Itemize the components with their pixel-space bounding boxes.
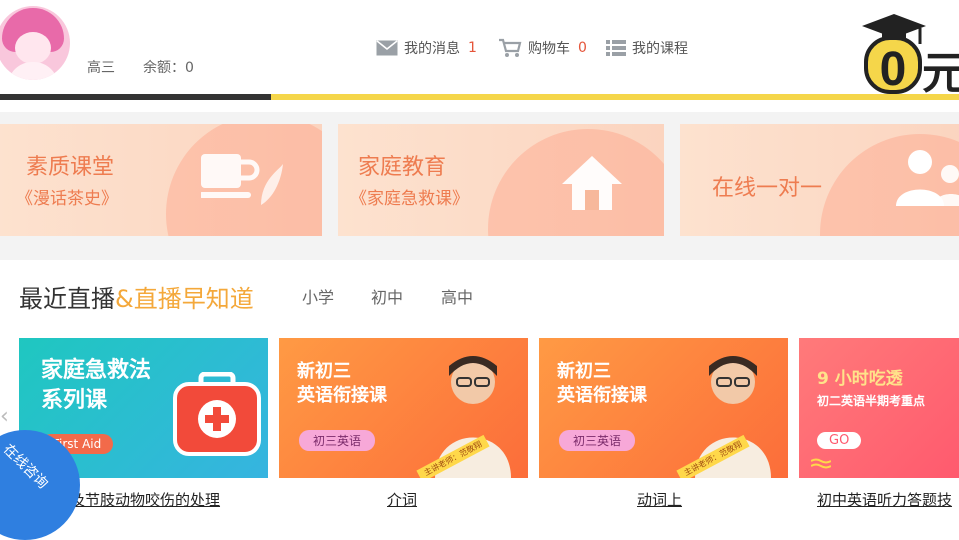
avatar-face [15,32,51,64]
course-card-listening[interactable]: 9 小时吃透 初二英语半期考重点 GO [799,338,959,478]
category-title: 家庭教育 [358,155,447,180]
nav-cart[interactable]: 购物车 0 [498,38,587,58]
carousel-left-arrow-icon[interactable]: ‹ [0,404,9,429]
banner-title-line-2: 系列课 [41,388,108,413]
cart-count: 0 [578,40,587,56]
tab-primary[interactable]: 小学 [302,284,334,308]
banner-tag: 初三英语 [299,430,376,451]
category-card-family[interactable]: 家庭教育 《家庭急救课》 [338,124,664,236]
banner-title-line-1: 9 小时吃透 [817,369,903,389]
nav-my-courses-label: 我的课程 [632,41,688,57]
house-icon [562,156,622,210]
tab-senior[interactable]: 高中 [441,284,473,308]
section-title-main: 最近直播 [19,285,115,313]
list-icon [606,40,626,56]
category-subtitle: 《家庭急救课》 [350,189,469,209]
course-caption[interactable]: 及节肢动物咬伤的处理 [70,489,220,510]
avatar[interactable] [0,6,70,80]
cart-icon [499,38,522,57]
course-caption[interactable]: 动词上 [637,489,682,510]
course-card-prepositions[interactable]: 新初三 英语衔接课 初三英语 主讲老师：范敬翔 [279,338,528,478]
wave-icon [811,458,831,469]
zero-yuan-logo[interactable]: 0 元 [860,8,959,94]
progress-fill [0,94,272,100]
banner-title: 新初三 英语衔接课 [557,360,647,408]
category-card-quality[interactable]: 素质课堂 《漫话茶史》 [0,124,322,236]
go-badge: GO [817,432,862,449]
banner-title-line-1: 新初三 [557,361,611,382]
category-title: 在线一对一 [712,176,823,201]
banner-title: 家庭急救法 系列课 [41,356,151,416]
first-aid-kit-icon [173,372,261,456]
tea-cup-icon [201,154,283,205]
nav-messages-label: 我的消息 [404,41,460,57]
category-band: 素质课堂 《漫话茶史》 家庭教育 《家庭急救课》 在线一对一 [0,112,959,260]
section-title-accent: &直播早知道 [115,285,254,313]
banner-title-line-1: 家庭急救法 [41,358,152,383]
people-icon [896,150,959,206]
top-header: 高三 余额：0 我的消息 1 购物车 0 我的课程 0 元 [0,0,959,94]
course-caption[interactable]: 介词 [387,489,417,510]
category-card-one-on-one[interactable]: 在线一对一 [680,124,959,236]
svg-text:元: 元 [922,49,959,94]
banner-title-line-2: 初二英语半期考重点 [817,394,926,408]
online-consult-label: 在线咨询 [0,441,51,493]
course-caption[interactable]: 初中英语听力答题技 [817,489,952,510]
banner-title-line-1: 新初三 [297,361,351,382]
banner-tag: 初三英语 [559,430,636,451]
nav-messages[interactable]: 我的消息 1 [376,38,477,58]
avatar-body [8,62,58,80]
grade-label: 高三 [87,60,115,76]
nav-cart-label: 购物车 [528,41,570,57]
progress-bar [0,94,959,100]
balance-label: 余额：0 [143,60,194,76]
nav-my-courses[interactable]: 我的课程 [606,38,688,58]
banner-title: 新初三 英语衔接课 [297,360,387,408]
messages-count: 1 [468,40,477,56]
mail-icon [376,40,398,56]
category-title: 素质课堂 [26,155,115,180]
banner-title-line-2: 英语衔接课 [557,385,647,406]
banner-title-line-2: 英语衔接课 [297,385,387,406]
svg-text:0: 0 [880,43,907,94]
course-card-verbs[interactable]: 新初三 英语衔接课 初三英语 主讲老师：范敬翔 [539,338,788,478]
section-title: 最近直播&直播早知道 [19,279,254,314]
tab-junior[interactable]: 初中 [371,284,403,308]
category-subtitle: 《漫话茶史》 [16,189,118,209]
